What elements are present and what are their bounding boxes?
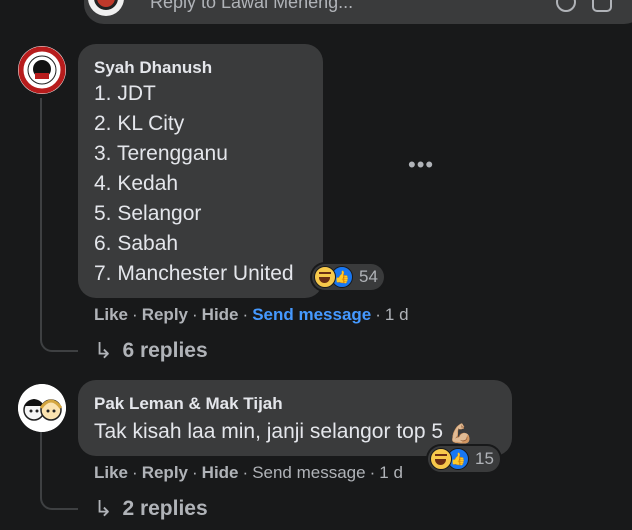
avatar[interactable] bbox=[18, 46, 66, 94]
comment-text: Tak kisah laa min, janji selangor top 5 bbox=[94, 420, 444, 443]
view-replies-button[interactable]: ↳ 6 replies bbox=[94, 338, 208, 364]
reaction-summary[interactable]: 👍 15 bbox=[428, 446, 500, 472]
replies-count-label: 6 replies bbox=[122, 339, 208, 362]
hide-button[interactable]: Hide bbox=[202, 305, 239, 324]
send-message-button[interactable]: Send message bbox=[252, 463, 365, 482]
reply-button[interactable]: Reply bbox=[142, 463, 188, 482]
comment-line: 4. Kedah bbox=[94, 172, 179, 195]
thread-line bbox=[40, 98, 42, 338]
haha-reaction-icon bbox=[314, 266, 336, 288]
camera-icon[interactable] bbox=[592, 0, 612, 12]
reaction-count: 15 bbox=[475, 449, 494, 468]
like-button[interactable]: Like bbox=[94, 463, 128, 482]
thread-connector bbox=[40, 338, 78, 352]
avatar[interactable] bbox=[18, 384, 66, 432]
comment-actions: Like · Reply · Hide · Send message · 1 d bbox=[94, 463, 403, 482]
timestamp[interactable]: 1 d bbox=[385, 305, 409, 324]
comment-bubble: Syah Dhanush 1. JDT 2. KL City 3. Tereng… bbox=[78, 44, 323, 298]
comment-line: 2. KL City bbox=[94, 112, 185, 135]
timestamp[interactable]: 1 d bbox=[379, 463, 403, 482]
reply-composer[interactable]: Reply to Lawai Meneng... bbox=[84, 0, 632, 24]
haha-reaction-icon bbox=[430, 448, 452, 470]
comment-bubble: Pak Leman & Mak Tijah Tak kisah laa min,… bbox=[78, 380, 512, 456]
emoji-icon[interactable] bbox=[556, 0, 576, 12]
reaction-count: 54 bbox=[359, 267, 378, 286]
reply-placeholder: Reply to Lawai Meneng... bbox=[150, 0, 354, 12]
replies-count-label: 2 replies bbox=[122, 497, 208, 520]
reply-arrow-icon: ↳ bbox=[94, 496, 113, 521]
thread-connector bbox=[40, 496, 78, 510]
view-replies-button[interactable]: ↳ 2 replies bbox=[94, 496, 208, 522]
comment-text-row: Tak kisah laa min, janji selangor top 5 💪… bbox=[94, 420, 496, 446]
send-message-button[interactable]: Send message bbox=[252, 305, 371, 324]
like-button[interactable]: Like bbox=[94, 305, 128, 324]
comment-line: 7. Manchester United bbox=[94, 262, 294, 285]
comment-author[interactable]: Syah Dhanush bbox=[94, 58, 307, 78]
reaction-summary[interactable]: 👍 54 bbox=[312, 264, 384, 290]
reply-arrow-icon: ↳ bbox=[94, 338, 113, 363]
comment-author[interactable]: Pak Leman & Mak Tijah bbox=[94, 394, 496, 414]
comment-line: 5. Selangor bbox=[94, 202, 202, 225]
reply-button[interactable]: Reply bbox=[142, 305, 188, 324]
thread-line bbox=[40, 432, 42, 496]
hide-button[interactable]: Hide bbox=[202, 463, 239, 482]
comments-section: Reply to Lawai Meneng... Syah Dhanush 1.… bbox=[0, 0, 632, 530]
flexed-biceps-icon: 💪🏼 bbox=[449, 424, 473, 445]
comment-actions: Like · Reply · Hide · Send message · 1 d bbox=[94, 305, 409, 324]
comment-line: 6. Sabah bbox=[94, 232, 179, 255]
ellipsis-icon[interactable]: ••• bbox=[408, 154, 434, 176]
comment-line: 3. Terengganu bbox=[94, 142, 228, 165]
comment-line: 1. JDT bbox=[94, 82, 156, 105]
